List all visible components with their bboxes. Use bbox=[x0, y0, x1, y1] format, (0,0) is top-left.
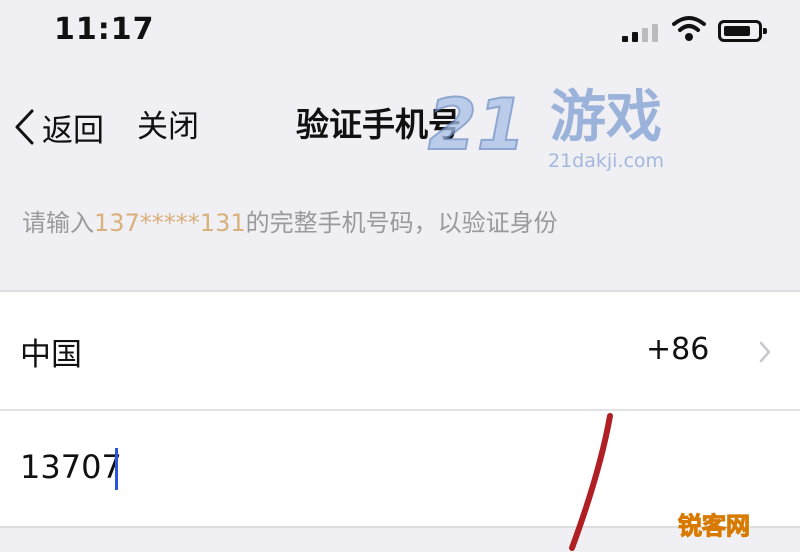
cellular-signal-icon bbox=[622, 22, 666, 42]
close-button[interactable]: 关闭 bbox=[137, 102, 199, 152]
watermark-site-logo: 锐客网 bbox=[678, 512, 751, 541]
watermark-logo: 21 游戏 21dakji.com bbox=[427, 83, 665, 172]
verification-hint: 请输入137*****131的完整手机号码，以验证身份 bbox=[22, 209, 558, 237]
chevron-right-icon bbox=[759, 341, 771, 363]
country-selector[interactable]: 中国 +86 bbox=[0, 292, 800, 409]
masked-phone-number: 137*****131 bbox=[94, 209, 246, 237]
country-name: 中国 bbox=[20, 337, 82, 373]
back-button[interactable]: 返回 bbox=[12, 102, 104, 152]
status-bar: 11:17 bbox=[0, 0, 800, 62]
country-code: +86 bbox=[646, 332, 710, 367]
phone-form: 中国 +86 13707 bbox=[0, 290, 800, 528]
red-annotation-stroke bbox=[569, 413, 613, 551]
status-time: 11:17 bbox=[54, 12, 155, 47]
wifi-icon bbox=[672, 16, 706, 41]
phone-number-input[interactable]: 13707 bbox=[20, 448, 122, 486]
chevron-left-icon bbox=[15, 109, 34, 145]
back-label: 返回 bbox=[42, 112, 104, 149]
text-caret bbox=[115, 448, 118, 490]
battery-icon bbox=[718, 20, 767, 42]
